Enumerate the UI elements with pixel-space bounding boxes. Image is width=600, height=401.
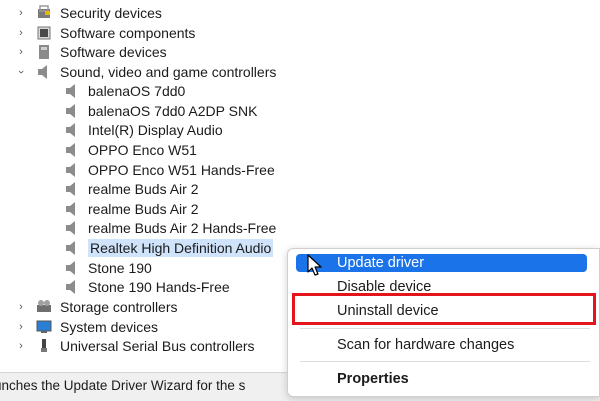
speaker-icon: [64, 142, 80, 158]
device-item[interactable]: balenaOS 7dd0: [64, 81, 185, 100]
tree-item-usb-controllers[interactable]: › Universal Serial Bus controllers: [14, 336, 255, 355]
tree-item-sound-video-game[interactable]: › Sound, video and game controllers: [14, 62, 276, 81]
usb-icon: [36, 338, 52, 354]
device-label: balenaOS 7dd0: [88, 82, 186, 99]
device-label: OPPO Enco W51: [88, 141, 197, 158]
menu-item-label: Scan for hardware changes: [337, 337, 515, 353]
device-label: Realtek High Definition Audio: [88, 238, 274, 257]
chevron-right-icon[interactable]: ›: [14, 45, 28, 59]
menu-item-label: Properties: [337, 371, 409, 387]
tree-item-label: Universal Serial Bus controllers: [60, 337, 255, 354]
device-item[interactable]: Stone 190: [64, 258, 152, 277]
menu-item-label: Update driver: [337, 255, 425, 271]
chevron-right-icon[interactable]: ›: [14, 339, 28, 353]
menu-separator: [300, 328, 590, 329]
tree-item-storage-controllers[interactable]: › Storage controllers: [14, 297, 178, 316]
device-item[interactable]: realme Buds Air 2 Hands-Free: [64, 218, 276, 237]
tree-item-label: Sound, video and game controllers: [60, 63, 277, 80]
speaker-icon: [64, 260, 80, 276]
tree-item-software-devices[interactable]: › Software devices: [14, 42, 167, 61]
device-label: realme Buds Air 2: [88, 200, 199, 217]
status-text: unches the Update Driver Wizard for the …: [0, 378, 246, 393]
chevron-down-icon[interactable]: ›: [14, 65, 28, 79]
tree-item-label: Security devices: [60, 4, 162, 21]
device-label: Intel(R) Display Audio: [88, 121, 223, 138]
tree-item-system-devices[interactable]: › System devices: [14, 317, 158, 336]
software-device-icon: [36, 44, 52, 60]
security-device-icon: [36, 4, 52, 21]
speaker-icon: [64, 122, 80, 138]
chevron-right-icon[interactable]: ›: [14, 300, 28, 314]
chevron-right-icon[interactable]: ›: [14, 320, 28, 334]
mouse-cursor-icon: [307, 254, 322, 276]
device-item[interactable]: realme Buds Air 2: [64, 179, 199, 198]
tree-item-label: System devices: [60, 318, 159, 335]
menu-item-scan-hardware[interactable]: Scan for hardware changes: [288, 334, 599, 356]
speaker-icon: [64, 83, 80, 99]
device-item-selected[interactable]: Realtek High Definition Audio: [64, 238, 274, 257]
chevron-right-icon[interactable]: ›: [14, 6, 28, 20]
system-device-icon: [36, 319, 52, 335]
chevron-right-icon[interactable]: ›: [14, 26, 28, 40]
speaker-icon: [36, 64, 52, 80]
speaker-icon: [64, 103, 80, 119]
device-label: balenaOS 7dd0 A2DP SNK: [88, 102, 258, 119]
tree-item-label: Storage controllers: [60, 298, 178, 315]
speaker-icon: [64, 279, 80, 295]
tree-item-security-devices[interactable]: › Security devices: [14, 3, 162, 22]
device-label: realme Buds Air 2: [88, 180, 199, 197]
menu-item-properties[interactable]: Properties: [288, 368, 599, 390]
tree-item-label: Software components: [60, 24, 196, 41]
speaker-icon: [64, 201, 80, 217]
software-component-icon: [36, 25, 52, 41]
device-item[interactable]: balenaOS 7dd0 A2DP SNK: [64, 101, 257, 120]
device-label: OPPO Enco W51 Hands-Free: [88, 161, 275, 178]
device-label: Stone 190 Hands-Free: [88, 278, 230, 295]
speaker-icon: [64, 181, 80, 197]
device-label: realme Buds Air 2 Hands-Free: [88, 219, 277, 236]
device-label: Stone 190: [88, 259, 152, 276]
menu-item-update-driver[interactable]: Update driver: [296, 254, 587, 272]
speaker-icon: [64, 162, 80, 178]
device-item[interactable]: realme Buds Air 2: [64, 199, 199, 218]
storage-icon: [36, 299, 52, 315]
device-item[interactable]: Intel(R) Display Audio: [64, 120, 223, 139]
device-item[interactable]: OPPO Enco W51 Hands-Free: [64, 160, 275, 179]
highlight-annotation-box: [292, 293, 596, 325]
menu-separator: [300, 361, 590, 362]
device-item[interactable]: Stone 190 Hands-Free: [64, 277, 230, 296]
tree-item-label: Software devices: [60, 43, 167, 60]
speaker-icon: [64, 220, 80, 236]
tree-item-software-components[interactable]: › Software components: [14, 23, 195, 42]
device-item[interactable]: OPPO Enco W51: [64, 140, 197, 159]
speaker-icon: [64, 240, 80, 256]
